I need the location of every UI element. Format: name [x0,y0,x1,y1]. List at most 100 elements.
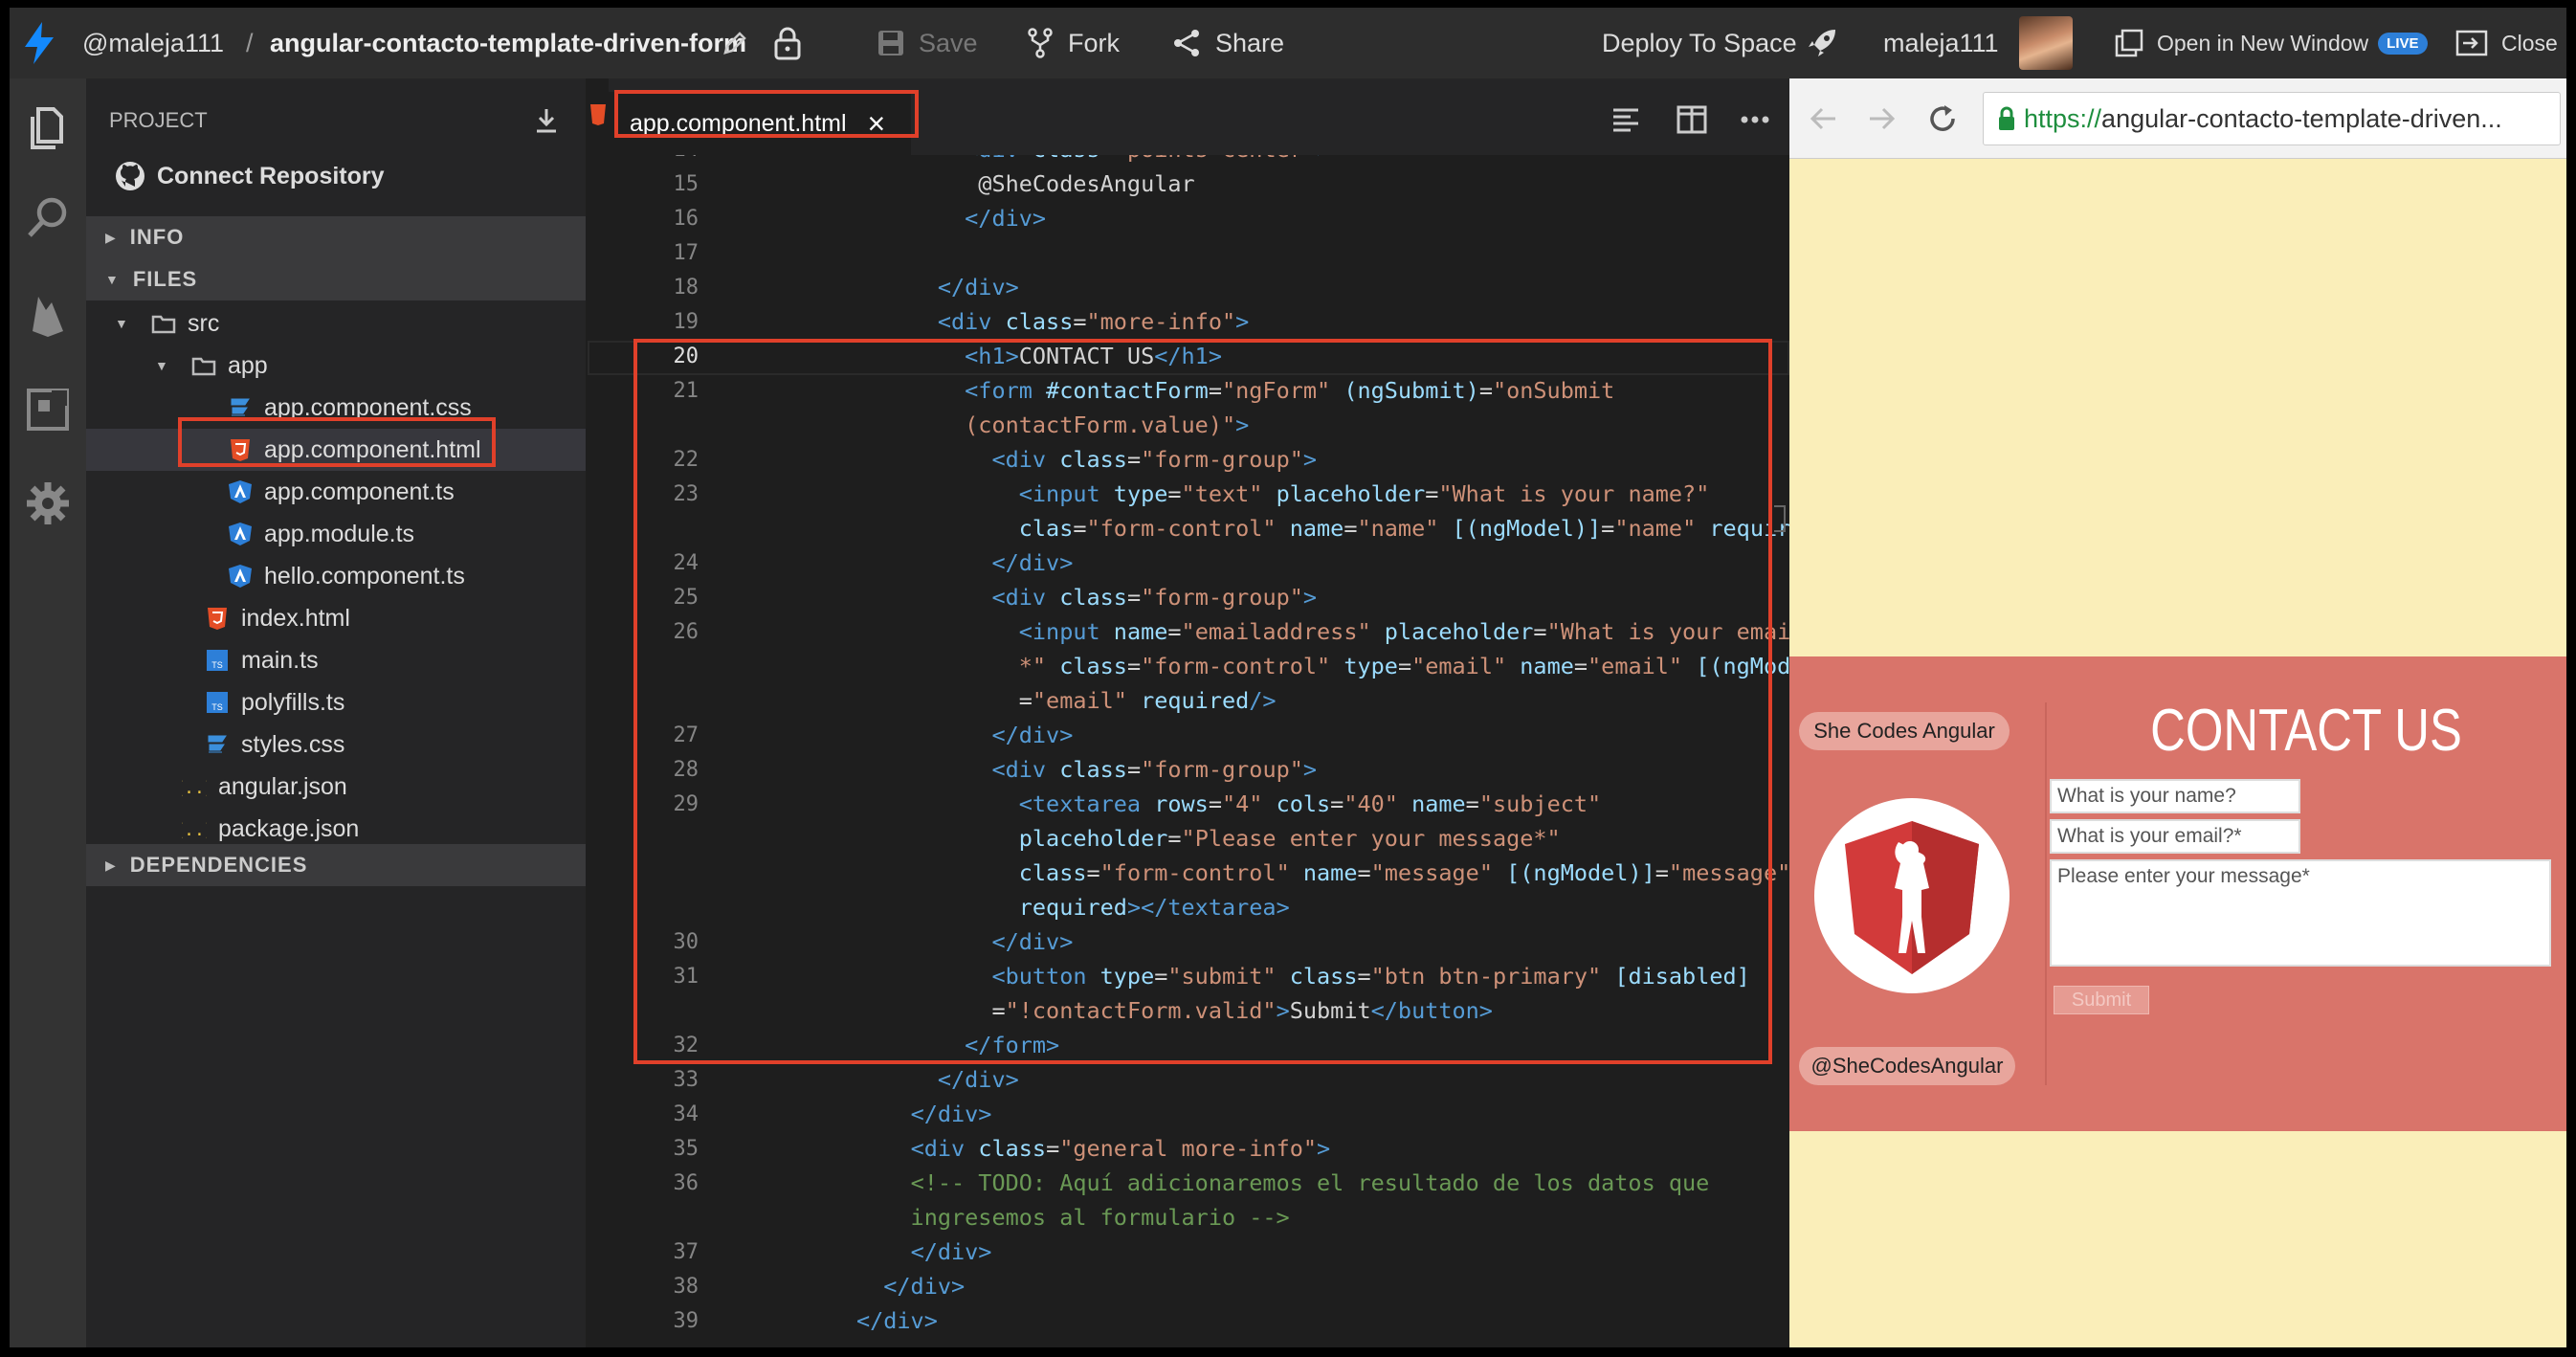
code-line: </div> [855,1307,938,1334]
rocket-icon [1808,30,1835,56]
angular-icon [229,565,252,588]
username-link[interactable]: @maleja111 [82,8,224,78]
code-line: </div> [965,205,1047,232]
ts-icon: TS [207,650,228,671]
avatar[interactable] [2019,8,2073,78]
url-field[interactable]: https://angular-contacto-template-driven… [1983,92,2561,145]
search-icon[interactable] [25,195,71,241]
project-name[interactable]: angular-contacto-template-driven-form [270,8,746,78]
code-line: ingresemos al formulario --> [721,1204,1290,1231]
files-icon[interactable] [25,105,71,151]
open-new-window-label: Open in New Window [2157,30,2369,56]
files-section[interactable]: ▼ FILES [86,258,586,300]
open-new-window-button[interactable]: Open in New Window LIVE [2115,8,2428,78]
caret-down-icon: ▼ [155,358,168,373]
file-tree-item-label: hello.component.ts [264,562,465,590]
share-button[interactable]: Share [1171,8,1284,78]
email-input[interactable]: What is your email?* [2050,819,2300,854]
file-tree-item[interactable]: app.component.ts [86,471,586,513]
file-tree-item[interactable]: ▼ src [86,302,586,345]
deploy-button[interactable]: Deploy To Space [1602,8,1837,78]
file-tree-item[interactable]: styles.css [86,723,586,766]
file-tree-item[interactable]: index.html [86,597,586,639]
fork-label: Fork [1068,28,1120,57]
format-icon[interactable] [1611,107,1640,134]
file-highlight-box [178,417,496,467]
svg-text:TS: TS [211,660,223,670]
settings-gear-icon[interactable] [25,480,71,526]
contact-heading: CONTACT US [2150,698,2462,764]
close-panel-icon [2455,30,2488,56]
save-button[interactable]: Save [877,8,978,78]
stackblitz-logo-icon[interactable] [23,8,56,78]
svg-text:TS: TS [211,702,223,712]
file-tree-item[interactable]: {..} angular.json [86,766,586,808]
new-window-icon [2115,29,2143,57]
edit-pencil-icon[interactable] [722,8,748,78]
handle-pill: @SheCodesAngular [1799,1047,2015,1085]
message-textarea[interactable]: Please enter your message* [2050,859,2551,967]
svg-text:{..}: {..} [182,778,207,798]
code-line: @SheCodesAngular [721,170,1195,197]
download-icon[interactable] [534,107,559,134]
file-explorer: PROJECT Connect Repository ▶ INFO ▼ FILE… [86,78,586,1347]
activity-bar [10,78,86,1347]
file-tree-item[interactable]: app.module.ts [86,513,586,555]
code-line: <div class="more-info"> [937,308,1250,335]
info-section[interactable]: ▶ INFO [86,216,586,258]
angular-icon [229,523,252,545]
file-tree-item-label: main.ts [241,646,319,674]
reload-icon[interactable] [1927,103,1958,134]
html-icon [208,608,227,630]
github-icon [116,162,144,190]
file-tree-item[interactable]: hello.component.ts [86,555,586,597]
more-options-icon[interactable] [1740,115,1770,124]
top-bar: @maleja111 / angular-contacto-template-d… [10,8,2566,78]
back-arrow-icon[interactable] [1809,105,1837,132]
file-tree-item[interactable]: TS main.ts [86,639,586,681]
file-tree-item-label: index.html [241,604,350,632]
file-tree-item[interactable]: ▼ app [86,345,586,387]
code-highlight-box [633,339,1772,1064]
connect-repository-button[interactable]: Connect Repository [115,155,565,197]
code-line: </div> [910,1101,992,1127]
tab-edge [586,78,609,155]
url-scheme: https:// [2024,103,2102,133]
close-preview-button[interactable]: Close [2455,8,2558,78]
code-line: </div> [937,274,1019,300]
save-label: Save [919,28,978,57]
code-line: </div> [883,1273,966,1300]
caret-down-icon: ▼ [105,272,120,287]
css-icon [208,735,227,753]
name-input[interactable]: What is your name? [2050,779,2300,813]
submit-button[interactable]: Submit [2054,986,2149,1014]
file-tree-item[interactable]: TS polyfills.ts [86,681,586,723]
ts-icon: TS [207,692,228,713]
json-icon: {..} [182,778,207,798]
username-label[interactable]: maleja111 [1883,8,1999,78]
logo-circle [1814,798,2010,993]
stackblitz-window: @maleja111 / angular-contacto-template-d… [10,8,2566,1347]
code-line: <div class="points-center"> [586,155,1330,163]
caret-down-icon: ▼ [115,316,128,331]
contact-section: She Codes Angular @SheCodesAngular CONTA… [1789,656,2566,1131]
close-label: Close [2501,30,2558,56]
file-tree-item-label: package.json [218,814,360,842]
dependencies-section[interactable]: ▶ DEPENDENCIES [86,844,586,886]
split-view-icon[interactable] [1677,105,1707,134]
preview-pane: https://angular-contacto-template-driven… [1789,78,2566,1347]
deploy-label: Deploy To Space [1602,28,1797,57]
angular-icon [229,480,252,503]
folder-icon [151,315,176,334]
divider [2045,702,2047,1085]
secure-lock-icon [1999,106,2014,130]
lock-icon[interactable] [773,8,802,78]
code-line: <div class="general more-info"> [910,1135,1331,1162]
firebase-icon[interactable] [25,293,71,339]
extensions-icon[interactable] [25,387,71,433]
preview-browser-bar: https://angular-contacto-template-driven… [1789,78,2566,159]
file-tree-item-label: polyfills.ts [241,688,345,716]
forward-arrow-icon[interactable] [1868,105,1897,132]
fork-button[interactable]: Fork [1028,8,1120,78]
breadcrumb-separator: / [246,28,254,57]
